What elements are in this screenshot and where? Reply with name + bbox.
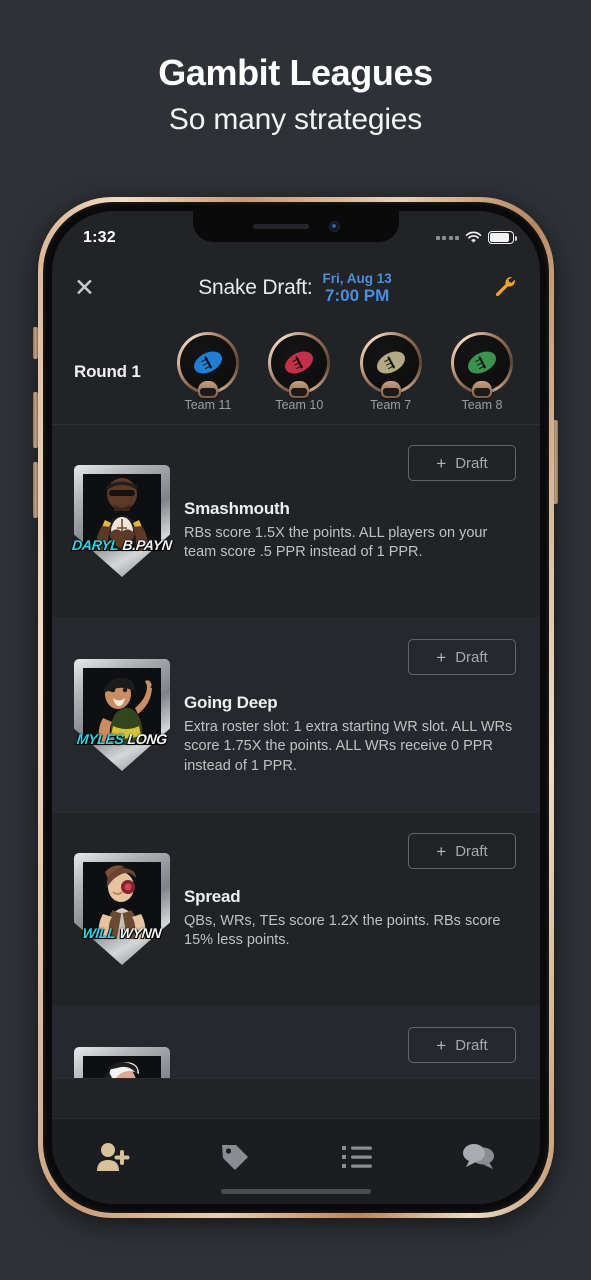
strategy-card[interactable]: + Draft [52,813,540,1007]
character-name-banner: DARYL B.PAYN [71,534,173,555]
draft-schedule: Fri, Aug 13 7:00 PM [323,271,392,305]
strategy-card[interactable]: + Draft [52,425,540,619]
team-avatars: Team 11 Team 10 Team 7 Team 8 [170,331,524,412]
draft-button[interactable]: + Draft [408,639,516,675]
team-name: Team 10 [275,397,324,412]
team-name: Team 8 [461,397,503,412]
character-badge [74,1047,170,1078]
strategy-text: Smashmouth RBs score 1.5X the points. AL… [184,465,516,577]
strategy-description: RBs score 1.5X the points. ALL players o… [184,525,488,561]
app-header: ✕ Snake Draft: Fri, Aug 13 7:00 PM [52,257,540,319]
strategy-title: Going Deep [184,693,278,712]
draft-button[interactable]: + Draft [408,833,516,869]
character-first-name: MYLES [76,730,125,747]
character-name-banner: WILL WYNN [71,922,173,943]
avatar[interactable] [177,331,239,398]
phone-frame: 1:32 ✕ Snake Draft: Fri, Aug 13 7:00 PM … [38,197,554,1218]
page-title: Snake Draft: [198,275,313,299]
status-indicators [435,224,517,244]
tag-icon [220,1142,250,1177]
plus-icon: + [436,841,447,861]
home-indicator [221,1189,371,1194]
plus-icon: + [436,453,447,473]
character-last-name: WYNN [118,924,163,941]
character-badge: DARYL B.PAYN [71,465,173,577]
earpiece-speaker [252,224,309,229]
character-last-name: B.PAYN [121,536,173,553]
avatar[interactable] [268,331,331,398]
team-slot[interactable]: Team 10 [261,331,337,412]
close-icon[interactable]: ✕ [74,275,104,301]
chat-icon [463,1143,495,1176]
strategy-card[interactable]: + Draft [52,619,540,813]
helmet-icon [289,380,310,398]
team-name: Team 11 [184,397,232,412]
helmet-icon [198,380,218,398]
strategy-title: Spread [184,887,241,906]
screenshot-root: Gambit Leagues So many strategies 1:32 ✕… [0,0,591,1280]
strategy-card[interactable]: + Draft [52,1007,540,1079]
tab-chat[interactable] [418,1139,540,1179]
draft-button-label: Draft [455,454,488,472]
draft-button-label: Draft [455,1036,488,1054]
header-center: Snake Draft: Fri, Aug 13 7:00 PM [104,271,486,305]
character-name-banner: MYLES LONG [71,728,173,749]
plus-icon: + [436,1035,447,1055]
strategy-description: QBs, WRs, TEs score 1.2X the points. RBs… [184,913,501,949]
strategy-description: Extra roster slot: 1 extra starting WR s… [184,719,513,774]
status-time: 1:32 [83,228,116,246]
avatar[interactable] [359,331,422,398]
character-badge: MYLES LONG [74,659,170,771]
app-container: ✕ Snake Draft: Fri, Aug 13 7:00 PM Round… [52,211,540,1204]
team-slot[interactable]: Team 11 [170,331,246,412]
battery-icon [488,231,517,244]
draft-button[interactable]: + Draft [408,1027,516,1063]
character-first-name: DARYL [71,536,120,553]
list-icon [342,1144,372,1175]
draft-round-strip: Round 1 Team 11 Team 10 Team 7 Team 8 [52,319,540,425]
tab-tags[interactable] [174,1139,296,1179]
team-slot[interactable]: Team 8 [444,331,520,412]
character-badge: WILL WYNN [74,853,170,965]
character-first-name: WILL [81,924,117,941]
strategy-title: Smashmouth [184,499,290,518]
football-icon [464,347,500,378]
round-label: Round 1 [74,361,141,381]
draft-time: 7:00 PM [325,286,390,306]
phone-bezel: 1:32 ✕ Snake Draft: Fri, Aug 13 7:00 PM … [43,202,549,1213]
phone-screen: 1:32 ✕ Snake Draft: Fri, Aug 13 7:00 PM … [52,211,540,1204]
football-icon [372,347,409,378]
strategy-text: Spread QBs, WRs, TEs score 1.2X the poin… [184,853,516,965]
plus-icon: + [436,647,447,667]
wifi-icon [465,231,482,244]
wrench-icon[interactable] [486,273,516,303]
helmet-icon [380,380,401,398]
draft-button-label: Draft [455,842,488,860]
tab-list[interactable] [296,1139,418,1179]
strategy-list[interactable]: + Draft DARYL B.PAYN Smashmouth RBs scor… [52,425,540,1118]
promo-subtitle: So many strategies [168,103,423,137]
promo-header: Gambit Leagues So many strategies [0,0,591,137]
character-last-name: LONG [126,730,168,747]
signal-dots-icon [435,235,459,240]
avatar[interactable] [450,331,513,398]
draft-button-label: Draft [455,648,488,666]
team-slot[interactable]: Team 7 [353,331,429,412]
character-art [83,1056,161,1078]
tab-add-person[interactable] [52,1139,174,1179]
strategy-text: Going Deep Extra roster slot: 1 extra st… [184,659,516,776]
helmet-icon [471,380,492,398]
team-name: Team 7 [370,397,412,412]
promo-title: Gambit Leagues [158,52,433,93]
add-person-icon [96,1142,130,1177]
front-camera [328,221,340,232]
phone-notch [193,211,399,242]
football-icon [190,347,226,378]
draft-button[interactable]: + Draft [408,445,516,481]
football-icon [281,347,318,378]
draft-date: Fri, Aug 13 [322,270,392,286]
